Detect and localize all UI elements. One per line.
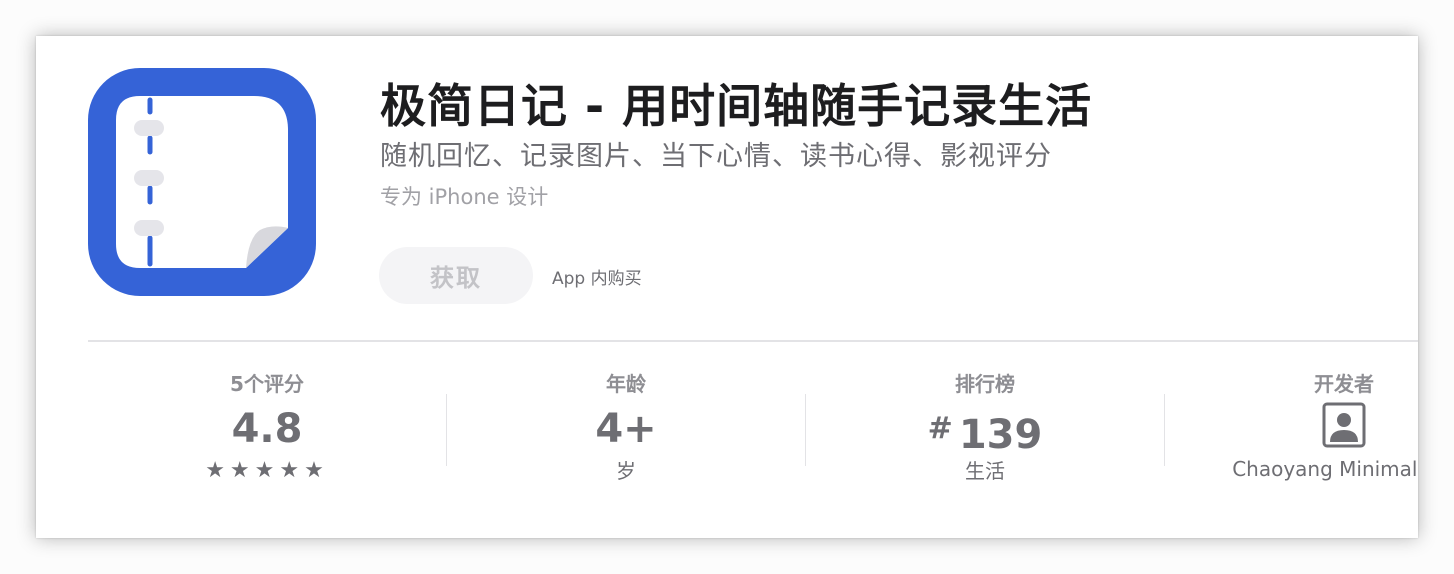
header-divider (88, 340, 1418, 342)
chart-label: 排行榜 (955, 372, 1015, 396)
age-unit: 岁 (616, 459, 636, 483)
chart-stat[interactable]: 排行榜 #139 生活 (806, 370, 1164, 500)
chart-rank: #139 (806, 402, 1164, 458)
in-app-purchase-label: App 内购买 (552, 269, 642, 289)
star-rating: ★★★★★ (205, 458, 329, 483)
developer-label: 开发者 (1314, 372, 1374, 396)
age-stat: 年龄 4+ 岁 (447, 370, 805, 500)
app-subtitle: 随机回忆、记录图片、当下心情、读书心得、影视评分 (380, 141, 1052, 172)
developer-name[interactable]: Chaoyang Minimal Sof (1165, 454, 1418, 484)
app-icon (88, 68, 316, 296)
age-value: 4+ (595, 406, 657, 452)
chart-category: 生活 (965, 459, 1005, 483)
chart-hash: # (927, 411, 953, 446)
ratings-stat[interactable]: 5个评分 4.8 ★★★★★ (88, 370, 446, 500)
designed-for-label: 专为 iPhone 设计 (380, 185, 549, 209)
rating-value: 4.8 (231, 406, 303, 452)
chart-rank-number: 139 (958, 412, 1043, 458)
developer-stat[interactable]: 开发者 Chaoyang Minimal Sof (1165, 370, 1418, 500)
get-button[interactable]: 获取 (379, 247, 533, 304)
app-store-window: 极简日记 - 用时间轴随手记录生活 随机回忆、记录图片、当下心情、读书心得、影视… (36, 36, 1418, 538)
person-square-icon (1322, 402, 1366, 448)
ratings-count-label: 5个评分 (230, 372, 304, 396)
age-label: 年龄 (606, 372, 646, 396)
app-title: 极简日记 - 用时间轴随手记录生活 (380, 79, 1093, 133)
